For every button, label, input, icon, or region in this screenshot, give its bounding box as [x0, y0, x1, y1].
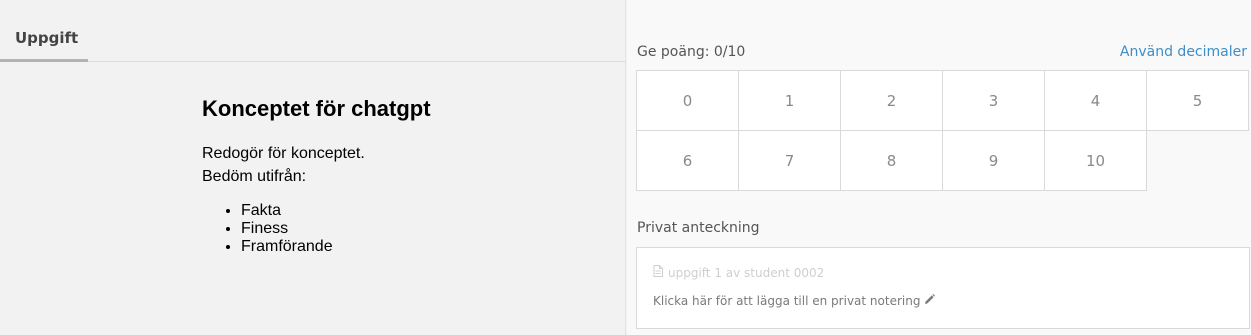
task-description: Redogör för konceptet.: [202, 145, 365, 162]
criteria-item: Fakta: [241, 202, 333, 220]
points-option-7[interactable]: 7: [738, 130, 841, 191]
note-reference: uppgift 1 av student 0002: [653, 265, 824, 280]
points-option-1[interactable]: 1: [738, 70, 841, 131]
tab-uppgift[interactable]: Uppgift: [0, 26, 88, 62]
grading-panel: Ge poäng: 0/10 Använd decimaler 0 1 2 3 …: [627, 0, 1251, 335]
points-option-0[interactable]: 0: [636, 70, 739, 131]
task-panel: Uppgift Konceptet för chatgpt Redogör fö…: [0, 0, 626, 335]
document-icon: [653, 265, 663, 280]
points-option-10[interactable]: 10: [1044, 130, 1147, 191]
private-note-box[interactable]: uppgift 1 av student 0002 Klicka här för…: [636, 247, 1250, 329]
private-note-label: Privat anteckning: [637, 220, 760, 236]
criteria-item: Finess: [241, 220, 333, 238]
criteria-item: Framförande: [241, 238, 333, 256]
points-option-2[interactable]: 2: [840, 70, 943, 131]
points-option-3[interactable]: 3: [942, 70, 1045, 131]
points-option-4[interactable]: 4: [1044, 70, 1147, 131]
points-option-5[interactable]: 5: [1146, 70, 1249, 131]
pencil-icon: [924, 294, 936, 308]
use-decimals-link[interactable]: Använd decimaler: [1120, 44, 1247, 60]
points-option-9[interactable]: 9: [942, 130, 1045, 191]
points-option-8[interactable]: 8: [840, 130, 943, 191]
points-grid: 0 1 2 3 4 5 6 7 8 9 10: [636, 70, 1250, 191]
criteria-list: Fakta Finess Framförande: [222, 202, 333, 256]
note-hint-text: Klicka här för att lägga till en privat …: [653, 294, 921, 308]
task-title: Konceptet för chatgpt: [202, 96, 431, 121]
note-reference-text: uppgift 1 av student 0002: [668, 265, 825, 280]
note-hint: Klicka här för att lägga till en privat …: [653, 294, 936, 308]
tab-bar: Uppgift: [0, 0, 626, 62]
task-criteria-intro: Bedöm utifrån:: [202, 168, 307, 185]
points-label: Ge poäng: 0/10: [637, 44, 746, 60]
points-option-6[interactable]: 6: [636, 130, 739, 191]
